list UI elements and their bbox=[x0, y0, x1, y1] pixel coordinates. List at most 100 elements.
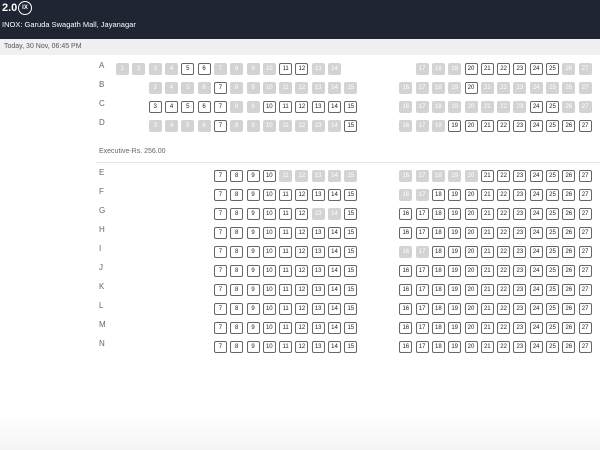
seat-f24[interactable]: 24 bbox=[529, 189, 543, 201]
seat-j27[interactable]: 27 bbox=[578, 265, 592, 277]
seat-a12[interactable]: 12 bbox=[295, 63, 309, 75]
seat-l10[interactable]: 10 bbox=[262, 303, 276, 315]
seat-n8[interactable]: 8 bbox=[230, 341, 244, 353]
seat-g18[interactable]: 18 bbox=[431, 208, 445, 220]
seat-j15[interactable]: 15 bbox=[344, 265, 358, 277]
seat-f15[interactable]: 15 bbox=[344, 189, 358, 201]
seat-k14[interactable]: 14 bbox=[328, 284, 341, 296]
seat-m8[interactable]: 8 bbox=[230, 322, 244, 334]
seat-k17[interactable]: 17 bbox=[415, 284, 429, 296]
seat-e22[interactable]: 22 bbox=[497, 170, 511, 182]
seat-n11[interactable]: 11 bbox=[279, 341, 293, 353]
seat-a24[interactable]: 24 bbox=[529, 63, 543, 75]
seat-g19[interactable]: 19 bbox=[448, 208, 462, 220]
seat-a11[interactable]: 11 bbox=[279, 63, 293, 75]
seat-n14[interactable]: 14 bbox=[328, 341, 341, 353]
seat-g22[interactable]: 22 bbox=[497, 208, 511, 220]
seat-m21[interactable]: 21 bbox=[480, 322, 494, 334]
seat-f10[interactable]: 10 bbox=[262, 189, 276, 201]
seat-k24[interactable]: 24 bbox=[529, 284, 543, 296]
seat-j12[interactable]: 12 bbox=[295, 265, 309, 277]
seat-c6[interactable]: 6 bbox=[197, 101, 211, 113]
seat-a23[interactable]: 23 bbox=[513, 63, 527, 75]
seat-c10[interactable]: 10 bbox=[262, 101, 276, 113]
seat-g27[interactable]: 27 bbox=[578, 208, 592, 220]
seat-k11[interactable]: 11 bbox=[279, 284, 293, 296]
seat-d24[interactable]: 24 bbox=[529, 120, 543, 132]
seat-d25[interactable]: 25 bbox=[546, 120, 559, 132]
seat-k20[interactable]: 20 bbox=[464, 284, 478, 296]
seat-g11[interactable]: 11 bbox=[279, 208, 293, 220]
seat-n15[interactable]: 15 bbox=[344, 341, 358, 353]
seat-g8[interactable]: 8 bbox=[230, 208, 244, 220]
seat-d26[interactable]: 26 bbox=[562, 120, 576, 132]
seat-h26[interactable]: 26 bbox=[562, 227, 576, 239]
seat-n7[interactable]: 7 bbox=[213, 341, 227, 353]
seat-m19[interactable]: 19 bbox=[448, 322, 462, 334]
seat-e9[interactable]: 9 bbox=[246, 170, 260, 182]
seat-h23[interactable]: 23 bbox=[513, 227, 527, 239]
seat-l25[interactable]: 25 bbox=[546, 303, 559, 315]
seat-i20[interactable]: 20 bbox=[464, 246, 478, 258]
seat-n10[interactable]: 10 bbox=[262, 341, 276, 353]
seat-i13[interactable]: 13 bbox=[311, 246, 325, 258]
seat-e21[interactable]: 21 bbox=[480, 170, 494, 182]
seat-d22[interactable]: 22 bbox=[497, 120, 511, 132]
seat-d20[interactable]: 20 bbox=[464, 120, 478, 132]
seat-k9[interactable]: 9 bbox=[246, 284, 260, 296]
seat-j16[interactable]: 16 bbox=[399, 265, 413, 277]
seat-g25[interactable]: 25 bbox=[546, 208, 559, 220]
seat-j23[interactable]: 23 bbox=[513, 265, 527, 277]
seat-m27[interactable]: 27 bbox=[578, 322, 592, 334]
seat-h14[interactable]: 14 bbox=[328, 227, 341, 239]
seat-d21[interactable]: 21 bbox=[480, 120, 494, 132]
seat-c13[interactable]: 13 bbox=[311, 101, 325, 113]
seat-h11[interactable]: 11 bbox=[279, 227, 293, 239]
seat-d7[interactable]: 7 bbox=[213, 120, 227, 132]
seat-k7[interactable]: 7 bbox=[213, 284, 227, 296]
seat-h20[interactable]: 20 bbox=[464, 227, 478, 239]
seat-g24[interactable]: 24 bbox=[529, 208, 543, 220]
seat-n26[interactable]: 26 bbox=[562, 341, 576, 353]
seat-c7[interactable]: 7 bbox=[213, 101, 227, 113]
seat-a5[interactable]: 5 bbox=[181, 63, 195, 75]
seat-f23[interactable]: 23 bbox=[513, 189, 527, 201]
seat-f20[interactable]: 20 bbox=[464, 189, 478, 201]
seat-h21[interactable]: 21 bbox=[480, 227, 494, 239]
seat-n24[interactable]: 24 bbox=[529, 341, 543, 353]
seat-i9[interactable]: 9 bbox=[246, 246, 260, 258]
seat-l7[interactable]: 7 bbox=[213, 303, 227, 315]
seat-l12[interactable]: 12 bbox=[295, 303, 309, 315]
seat-a22[interactable]: 22 bbox=[497, 63, 511, 75]
seat-l8[interactable]: 8 bbox=[230, 303, 244, 315]
seat-n23[interactable]: 23 bbox=[513, 341, 527, 353]
seat-a25[interactable]: 25 bbox=[546, 63, 559, 75]
seat-i10[interactable]: 10 bbox=[262, 246, 276, 258]
seat-c4[interactable]: 4 bbox=[165, 101, 178, 113]
seat-l14[interactable]: 14 bbox=[328, 303, 341, 315]
seat-i8[interactable]: 8 bbox=[230, 246, 244, 258]
seat-e7[interactable]: 7 bbox=[213, 170, 227, 182]
seat-f27[interactable]: 27 bbox=[578, 189, 592, 201]
seat-l23[interactable]: 23 bbox=[513, 303, 527, 315]
seat-c5[interactable]: 5 bbox=[181, 101, 195, 113]
seat-c24[interactable]: 24 bbox=[529, 101, 543, 113]
seat-n9[interactable]: 9 bbox=[246, 341, 260, 353]
seat-i7[interactable]: 7 bbox=[213, 246, 227, 258]
seat-h18[interactable]: 18 bbox=[431, 227, 445, 239]
seat-h12[interactable]: 12 bbox=[295, 227, 309, 239]
seat-c11[interactable]: 11 bbox=[279, 101, 293, 113]
seat-d27[interactable]: 27 bbox=[578, 120, 592, 132]
seat-l15[interactable]: 15 bbox=[344, 303, 358, 315]
seat-m9[interactable]: 9 bbox=[246, 322, 260, 334]
seat-n17[interactable]: 17 bbox=[415, 341, 429, 353]
seat-c25[interactable]: 25 bbox=[546, 101, 559, 113]
seat-j19[interactable]: 19 bbox=[448, 265, 462, 277]
seat-b20[interactable]: 20 bbox=[464, 82, 478, 94]
seat-g16[interactable]: 16 bbox=[399, 208, 413, 220]
seat-n19[interactable]: 19 bbox=[448, 341, 462, 353]
seat-m26[interactable]: 26 bbox=[562, 322, 576, 334]
seat-g9[interactable]: 9 bbox=[246, 208, 260, 220]
seat-i27[interactable]: 27 bbox=[578, 246, 592, 258]
seat-h13[interactable]: 13 bbox=[311, 227, 325, 239]
